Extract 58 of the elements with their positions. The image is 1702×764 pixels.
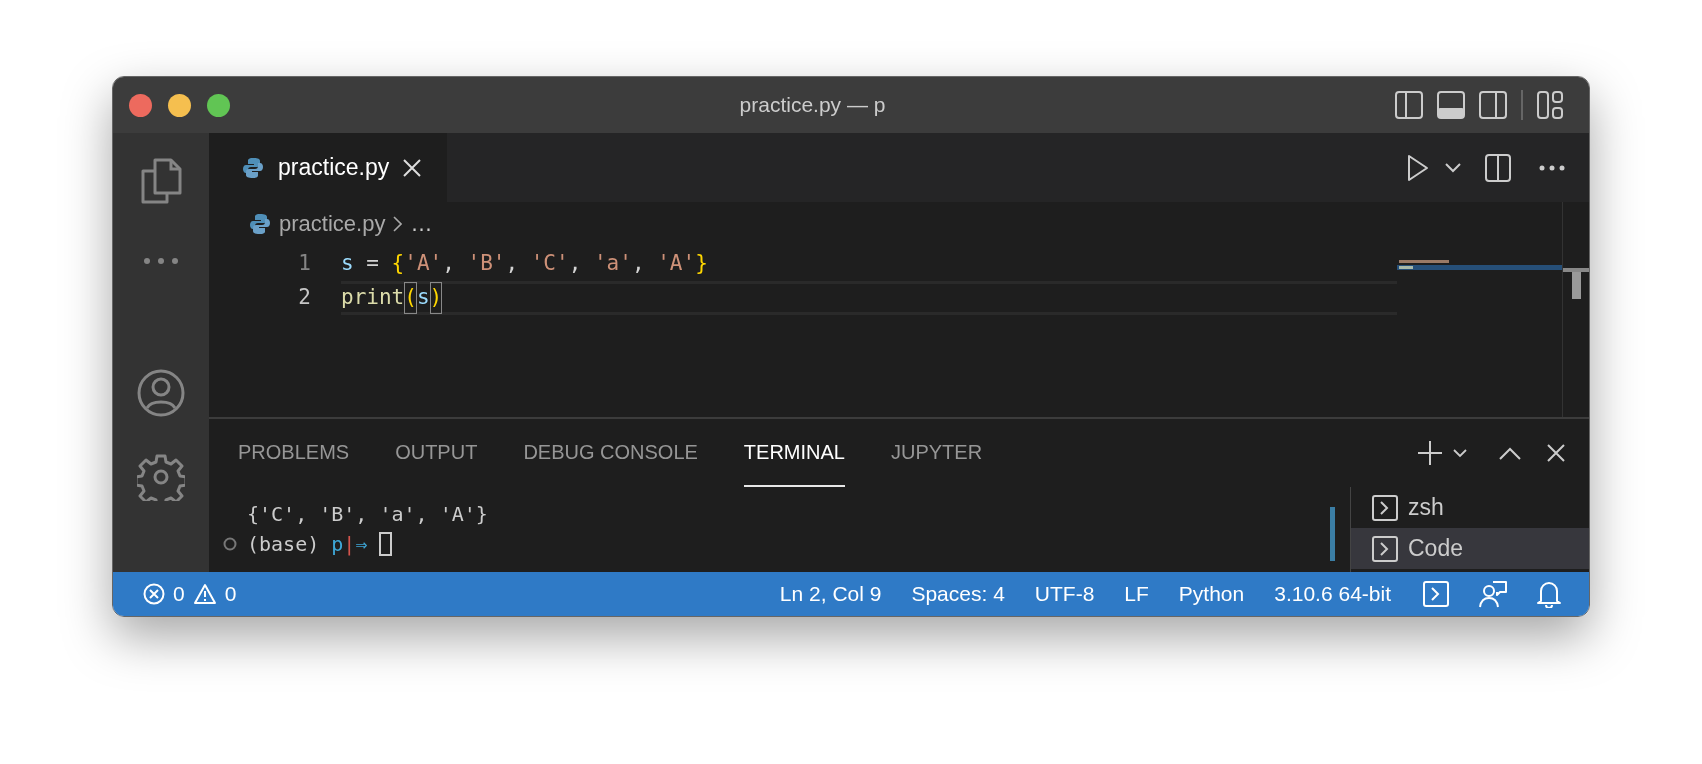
- close-window-button[interactable]: [129, 93, 152, 117]
- warning-icon: [192, 583, 217, 605]
- caret-icon[interactable]: [1453, 448, 1467, 458]
- account-icon[interactable]: [137, 369, 185, 417]
- scrollbar-thumb[interactable]: [1563, 268, 1589, 272]
- terminal-icon: [1372, 535, 1398, 562]
- terminal-list-item[interactable]: zsh: [1351, 487, 1589, 528]
- chevron-up-icon[interactable]: [1499, 446, 1521, 460]
- terminal-scrollbar[interactable]: [1330, 507, 1335, 561]
- close-icon[interactable]: [403, 158, 422, 177]
- line-number: 2: [297, 284, 311, 312]
- error-icon: [143, 583, 165, 605]
- status-item[interactable]: LF: [1124, 578, 1149, 610]
- panel-tab[interactable]: PROBLEMS: [238, 419, 350, 487]
- terminal-output: {'C', 'B', 'a', 'A'}: [246, 501, 489, 528]
- command-status-icon: [223, 537, 237, 551]
- terminal-list-item[interactable]: Code: [1351, 528, 1589, 569]
- caret-icon[interactable]: [1445, 162, 1461, 173]
- terminal-prompt: (base) p|⇒: [247, 531, 368, 558]
- python-icon: [249, 212, 271, 235]
- run-icon[interactable]: [1407, 153, 1429, 182]
- panel-tab[interactable]: JUPYTER: [891, 419, 983, 487]
- chevron-right-icon: [393, 215, 403, 232]
- window-title: practice.py — p: [739, 92, 886, 119]
- panel-tab[interactable]: DEBUG CONSOLE: [523, 419, 698, 487]
- panel-toggle-icon[interactable]: [1437, 91, 1465, 119]
- status-item[interactable]: Ln 2, Col 9: [779, 578, 882, 610]
- problems-button[interactable]: 0 0: [113, 578, 237, 610]
- layout-icon[interactable]: [1537, 91, 1563, 119]
- status-item[interactable]: 3.10.6 64-bit: [1274, 578, 1391, 610]
- new-terminal-icon[interactable]: [1417, 440, 1443, 466]
- secondary-sidebar-icon[interactable]: [1479, 91, 1507, 119]
- more-icon[interactable]: [1539, 164, 1565, 171]
- breadcrumb-item[interactable]: practice.py: [279, 207, 386, 240]
- status-item[interactable]: UTF-8: [1034, 578, 1095, 610]
- code-line: s = {'A', 'B', 'C', 'a', 'A'}: [341, 250, 709, 278]
- line-number: 1: [297, 250, 311, 278]
- minimize-window-button[interactable]: [168, 93, 191, 117]
- bell-icon[interactable]: [1537, 580, 1561, 608]
- python-icon: [242, 156, 264, 179]
- status-item[interactable]: Spaces: 4: [911, 578, 1005, 610]
- breadcrumb-item[interactable]: …: [410, 207, 433, 240]
- terminal-icon[interactable]: [1423, 581, 1449, 607]
- status-item[interactable]: Python: [1178, 578, 1245, 610]
- maximize-window-button[interactable]: [207, 93, 230, 117]
- settings-icon[interactable]: [137, 453, 185, 501]
- scroll-marker: [1572, 272, 1581, 299]
- close-icon[interactable]: [1547, 444, 1565, 462]
- files-icon[interactable]: [139, 157, 183, 205]
- terminal-icon: [1372, 494, 1398, 521]
- panel-tab[interactable]: TERMINAL: [743, 419, 845, 487]
- split-editor-icon[interactable]: [1485, 153, 1511, 182]
- feedback-icon[interactable]: [1479, 580, 1507, 608]
- terminal-cursor: [379, 532, 393, 556]
- editor-tab[interactable]: practice.py: [209, 133, 448, 202]
- sidebar-toggle-icon[interactable]: [1395, 91, 1423, 119]
- code-line: print(s): [341, 281, 1397, 315]
- panel-tab[interactable]: OUTPUT: [395, 419, 478, 487]
